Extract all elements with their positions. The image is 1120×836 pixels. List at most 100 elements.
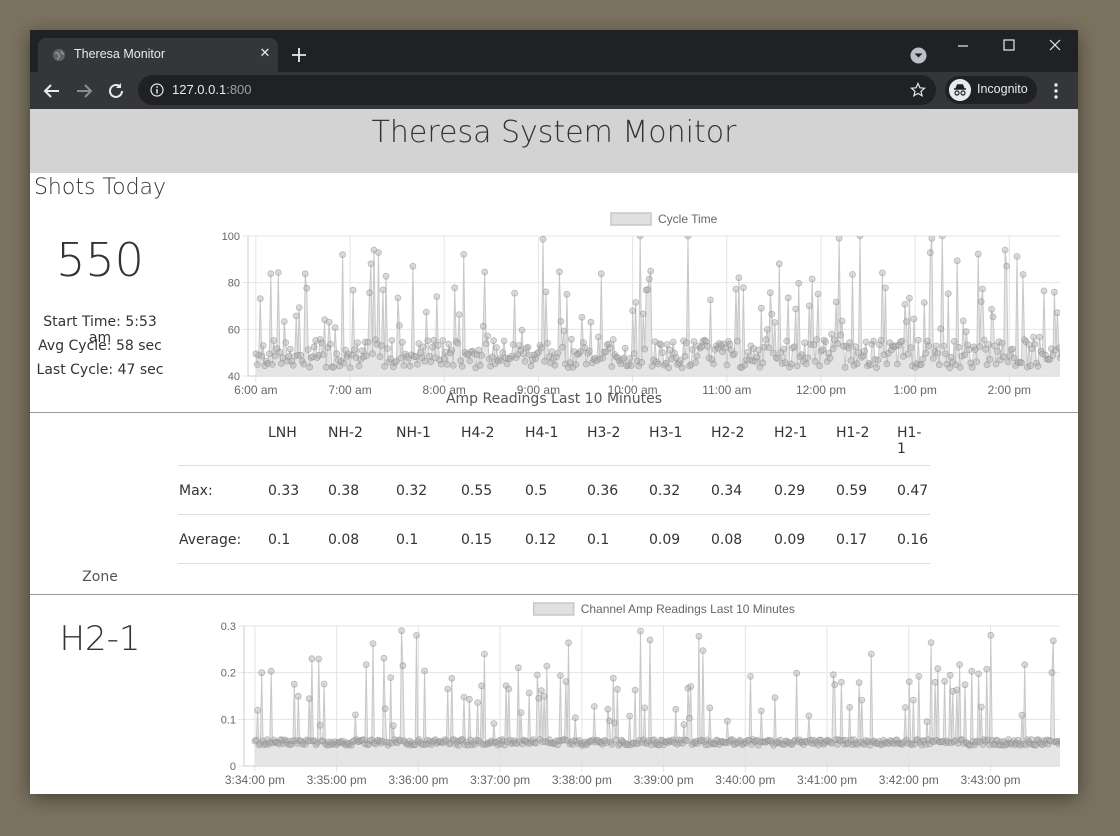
new-tab-icon[interactable]	[288, 44, 310, 66]
data-point	[637, 627, 644, 635]
data-point	[783, 337, 791, 345]
data-point	[983, 665, 991, 673]
data-point	[556, 672, 564, 679]
data-point	[759, 359, 767, 367]
tab-search-icon[interactable]	[910, 47, 927, 64]
data-point	[968, 667, 976, 675]
table-cell: 0.08	[328, 532, 360, 548]
data-point	[304, 346, 312, 354]
minimize-icon[interactable]	[948, 36, 978, 60]
table-cell: 0.34	[711, 483, 743, 499]
y-tick-label: 0.2	[221, 668, 236, 680]
data-point	[289, 361, 297, 369]
data-point	[977, 703, 985, 711]
data-point	[641, 345, 649, 353]
data-point	[300, 360, 308, 368]
data-point	[835, 236, 843, 242]
data-point	[765, 344, 773, 352]
shots-today-heading: Shots Today	[33, 175, 167, 200]
data-point	[444, 685, 452, 693]
data-series	[252, 236, 1060, 376]
data-point	[416, 349, 424, 356]
table-row: Average: 0.1 0.08 0.1 0.15 0.12 0.1 0.09 0.08 0.0…	[178, 514, 930, 564]
data-point	[620, 354, 628, 362]
data-point	[753, 353, 761, 361]
data-point	[1004, 358, 1012, 366]
data-point	[699, 647, 707, 654]
data-point	[762, 336, 770, 344]
table-cell: 0.1	[268, 532, 291, 548]
data-point	[322, 363, 330, 371]
data-point	[542, 288, 550, 296]
data-point	[683, 339, 690, 347]
data-point	[1000, 353, 1007, 361]
reload-icon[interactable]	[105, 80, 127, 102]
close-icon[interactable]	[1040, 36, 1070, 60]
forward-icon[interactable]	[73, 80, 95, 102]
data-point	[381, 705, 389, 713]
data-point	[638, 358, 646, 366]
data-point	[316, 721, 324, 729]
data-point	[480, 650, 488, 658]
data-point	[689, 346, 696, 353]
table-cell: 0.1	[396, 532, 419, 548]
data-point	[706, 704, 714, 712]
info-icon[interactable]	[150, 83, 164, 97]
data-point	[1013, 253, 1021, 260]
more-menu-icon[interactable]	[1048, 82, 1064, 100]
legend-swatch	[532, 602, 575, 616]
data-point	[798, 351, 806, 359]
data-point	[734, 337, 741, 345]
data-point	[254, 706, 261, 714]
data-point	[433, 293, 441, 301]
data-point	[959, 317, 967, 325]
data-point	[1049, 637, 1057, 645]
address-bar[interactable]: 127.0.0.1:800	[138, 75, 936, 105]
data-point	[631, 686, 639, 694]
data-point	[636, 236, 644, 240]
data-point	[627, 362, 635, 370]
data-point	[937, 325, 945, 333]
data-point	[280, 318, 288, 325]
data-point	[834, 340, 841, 348]
data-point	[944, 290, 952, 298]
legend-label: Cycle Time	[658, 212, 718, 226]
column-header: LNH	[268, 425, 297, 441]
data-point	[805, 712, 813, 720]
data-point	[380, 654, 388, 662]
tab-close-icon[interactable]: ✕	[256, 45, 274, 63]
data-point	[305, 695, 313, 703]
data-point	[597, 270, 605, 278]
data-point	[1048, 669, 1056, 677]
data-point	[837, 331, 844, 339]
data-point	[301, 270, 309, 278]
zone-heading: Zone	[82, 569, 118, 585]
bookmark-star-icon[interactable]	[910, 82, 926, 98]
data-point	[611, 719, 619, 727]
data-point	[781, 359, 789, 366]
browser-tab[interactable]: Theresa Monitor ✕	[38, 38, 278, 72]
data-point	[488, 353, 496, 361]
back-icon[interactable]	[41, 80, 63, 102]
maximize-icon[interactable]	[994, 36, 1024, 60]
data-point	[793, 669, 800, 677]
data-point	[646, 636, 654, 644]
data-point	[292, 312, 300, 320]
data-point	[474, 699, 482, 706]
y-tick-label: 0.1	[221, 714, 236, 726]
data-point	[956, 661, 963, 668]
data-point	[931, 678, 939, 686]
data-point	[678, 364, 686, 372]
data-point	[986, 355, 994, 363]
data-point	[363, 352, 370, 360]
data-point	[399, 662, 407, 670]
data-point	[874, 356, 882, 364]
data-point	[929, 354, 937, 362]
data-point	[698, 343, 705, 351]
table-cell: 0.09	[649, 532, 681, 548]
data-point	[540, 693, 548, 700]
data-point	[457, 357, 465, 365]
incognito-badge[interactable]: Incognito	[945, 76, 1037, 104]
data-point	[409, 262, 417, 270]
data-point	[816, 362, 823, 370]
